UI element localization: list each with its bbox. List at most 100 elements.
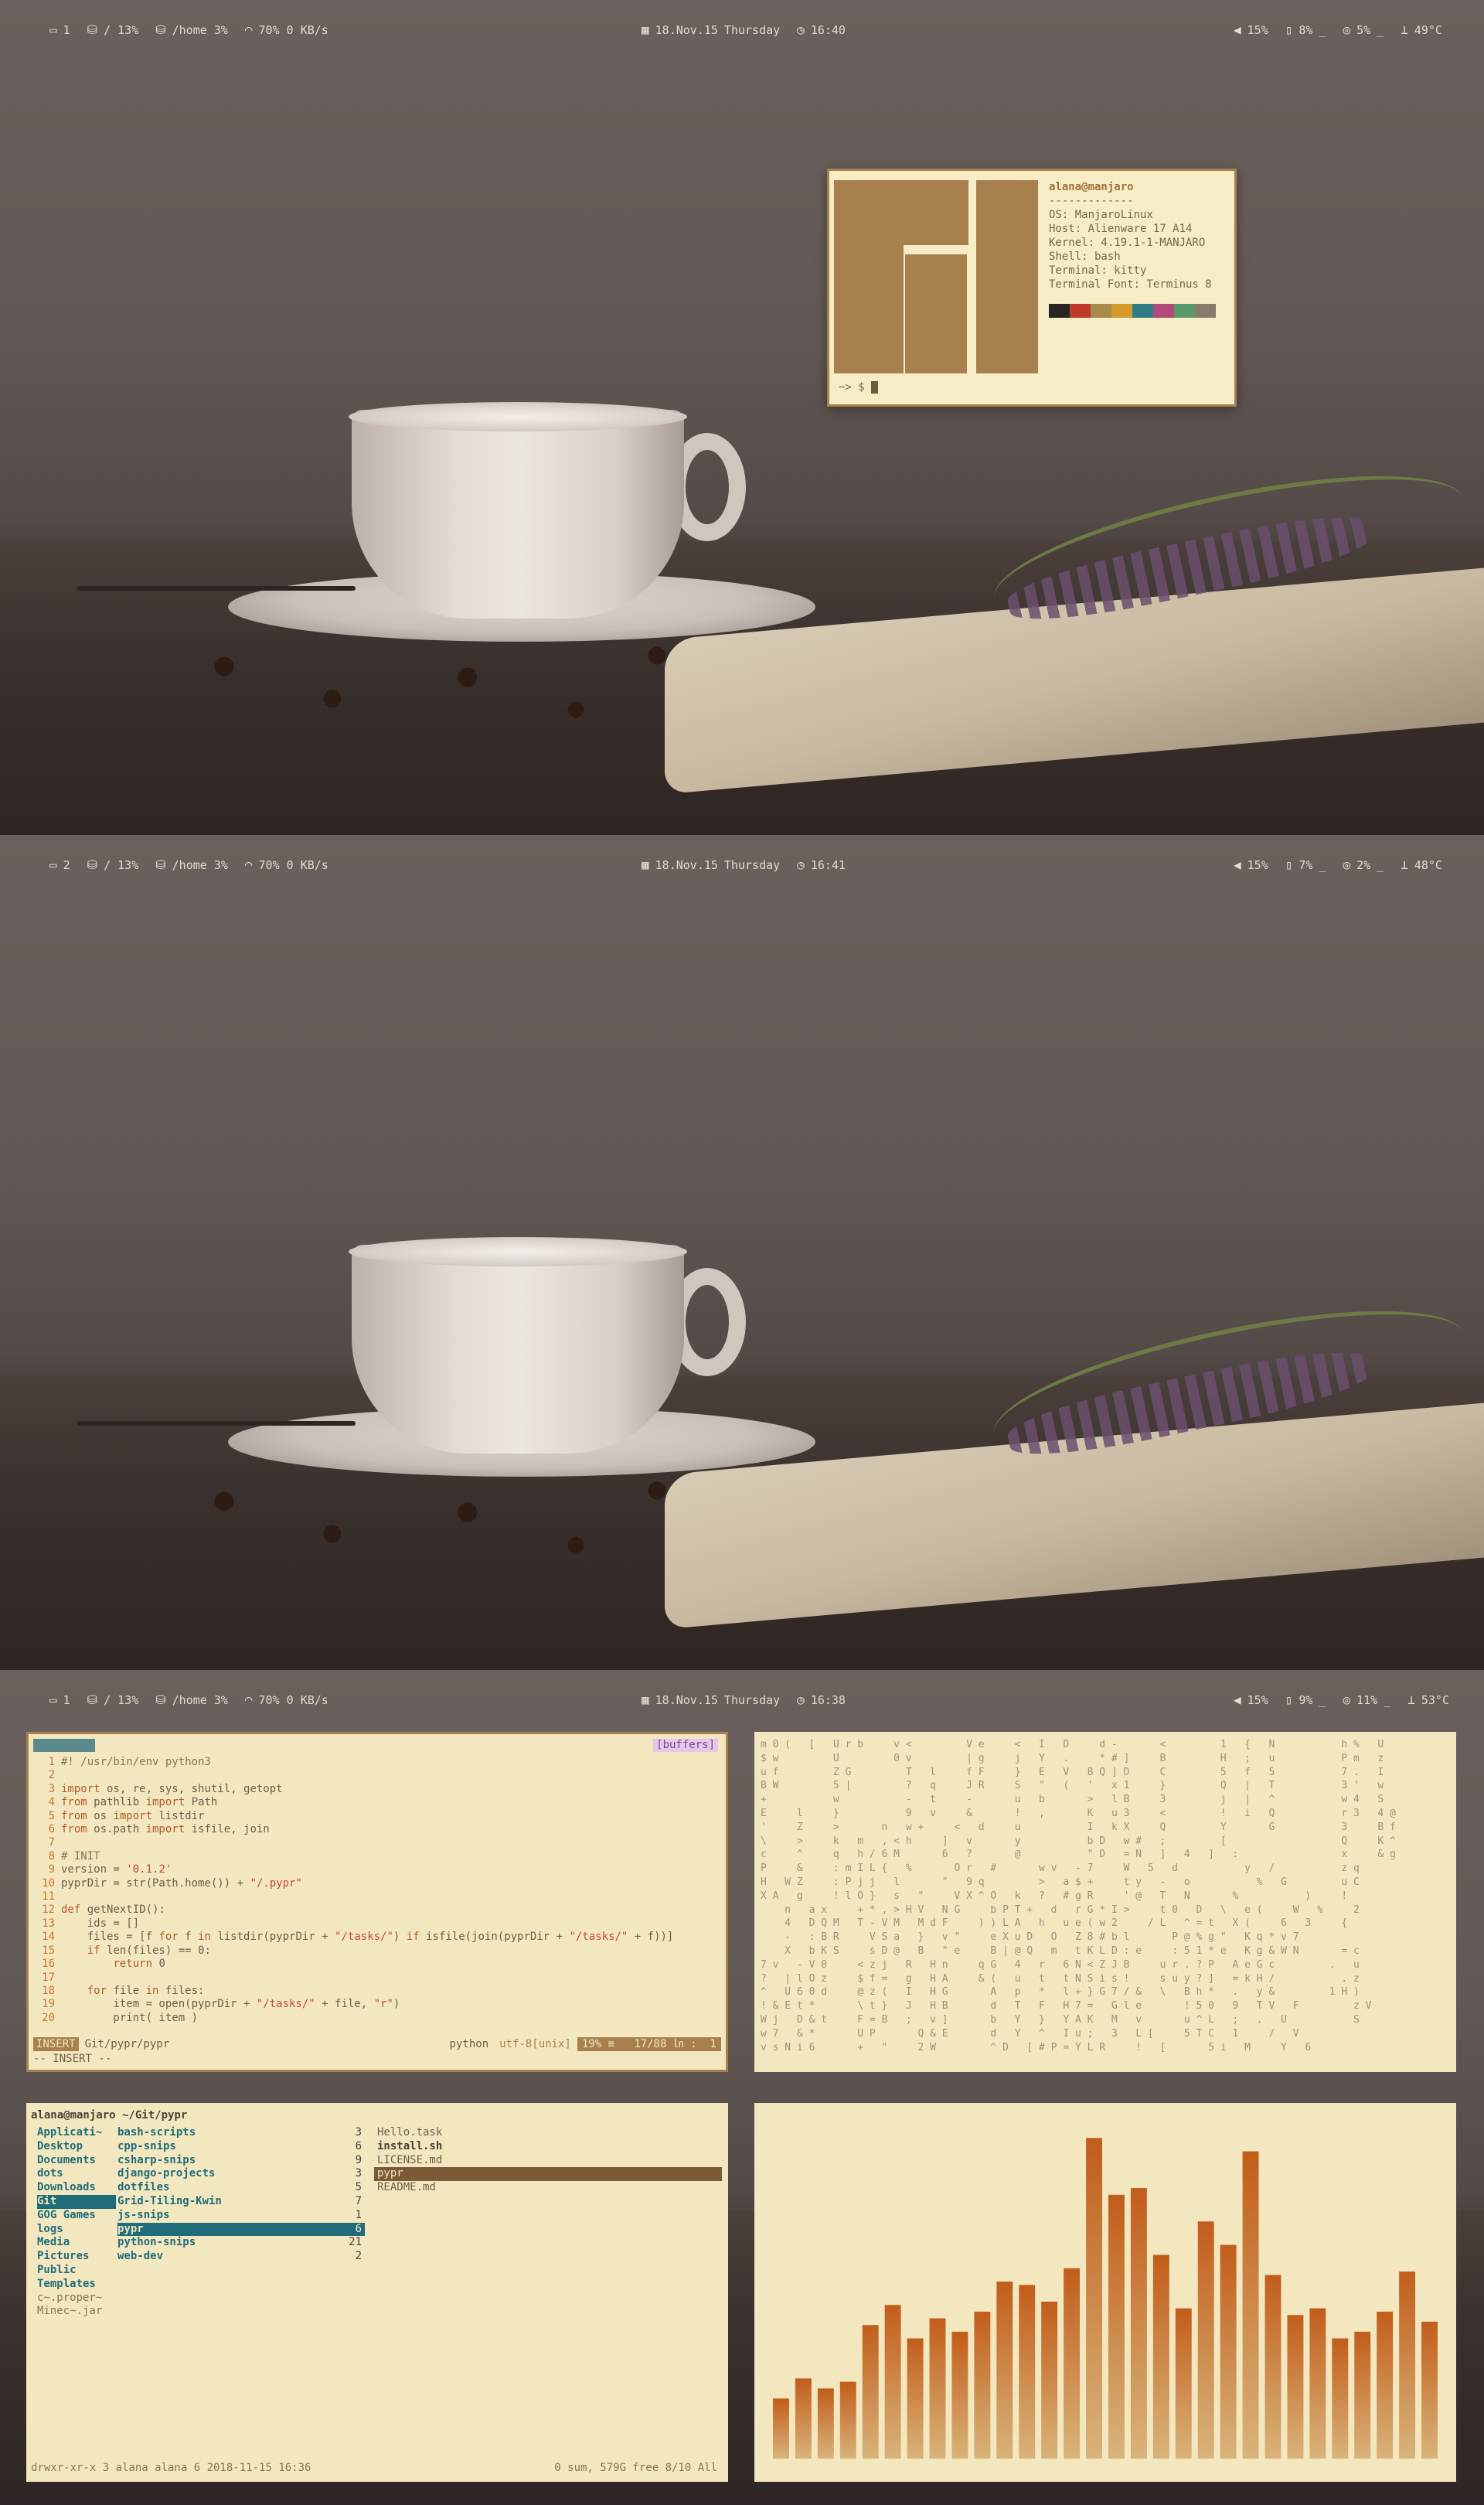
code-line: 17 <box>33 1972 673 1985</box>
vim-tab[interactable]: pypr <box>33 1739 95 1752</box>
visualizer-bar <box>817 2388 834 2459</box>
ranger-disk-info: 0 sum, 579G free 8/10 All <box>554 2462 717 2474</box>
code-line: 2 <box>33 1769 673 1782</box>
ranger-parent-item[interactable]: Desktop <box>37 2140 116 2154</box>
day-text: Thursday <box>723 23 781 37</box>
volume-status[interactable]: ◀ 15% <box>1234 23 1268 37</box>
ranger-preview-item[interactable]: README.md <box>374 2181 722 2195</box>
network-status: ◠ 70% 0 KB/s <box>245 23 328 37</box>
ranger-file-manager[interactable]: alana@manjaro ~/Git/pypr Applicati~ Deskt… <box>26 2103 728 2482</box>
code-line: 12 def getNextID(): <box>33 1903 673 1917</box>
matrix-line: B W 5 | ? q J R S " ( ' x 1 } Q | T 3 ' … <box>761 1780 1384 1792</box>
date-text: 18.Nov.15 <box>655 23 718 37</box>
palette-swatch <box>1111 304 1132 318</box>
vim-code-area[interactable]: 1 #! /usr/bin/env python3 2 3 import os, re,… <box>33 1756 673 2025</box>
ranger-parent-item[interactable]: Minec~.jar <box>37 2305 116 2319</box>
root-disk: ⛁ / 13% <box>87 23 139 37</box>
matrix-line: w 7 & * U P Q & E d Y ^ I u ; 3 L [ 5 T … <box>761 2027 1299 2040</box>
ranger-preview-item[interactable]: install.sh <box>374 2140 722 2154</box>
ranger-parent-item[interactable]: Documents <box>37 2154 116 2168</box>
ranger-parent-item[interactable]: Applicati~ <box>37 2126 116 2140</box>
hdd-icon: ⛁ <box>155 857 166 872</box>
matrix-line: \ > k m , < h ] v y b D w # ; [ Q K ^ <box>761 1835 1396 1847</box>
visualizer-bar <box>974 2311 991 2459</box>
volume-status[interactable]: ◀ 15% <box>1234 858 1268 872</box>
gauge-icon: ◎ <box>1343 22 1351 37</box>
neofetch-terminal[interactable]: alana@manjaro ------------- OS: ManjaroL… <box>827 169 1237 407</box>
ranger-dir-item[interactable]: csharp-snips 9 <box>117 2154 365 2168</box>
visualizer-chart <box>773 2138 1438 2459</box>
line-number: 11 <box>42 1890 55 1903</box>
wallpaper-cup <box>349 402 746 619</box>
line-number: 1 <box>48 1756 55 1768</box>
line-number: 12 <box>42 1903 55 1917</box>
ranger-parent-item[interactable]: Pictures <box>37 2250 116 2264</box>
ranger-preview-item[interactable]: Hello.task <box>374 2126 722 2140</box>
clock-icon: ◷ <box>797 1692 805 1707</box>
ranger-parent-item[interactable]: Media <box>37 2236 116 2250</box>
neofetch-info: alana@manjaro ------------- OS: ManjaroL… <box>1049 180 1212 291</box>
clock-display: ◷ 16:41 <box>797 858 846 872</box>
ranger-parent-item[interactable]: Git <box>37 2194 116 2209</box>
ranger-parent-item[interactable]: GOG Games <box>37 2209 116 2223</box>
ranger-dir-item[interactable]: python-snips 21 <box>117 2236 365 2250</box>
workspace-indicator[interactable]: ▭ 2 <box>49 858 70 872</box>
vim-editor[interactable]: pypr [buffers] 1 #! /usr/bin/env python3 2… <box>26 1732 728 2072</box>
ranger-dir-item[interactable]: pypr 6 <box>117 2222 365 2237</box>
matrix-line: c ^ q h / 6 M 6 ? @ " D = N ] 4 ] : x & … <box>761 1849 1396 1861</box>
ranger-dir-item[interactable]: django-projects 3 <box>117 2167 365 2181</box>
ranger-parent-item[interactable]: c~.proper~ <box>37 2292 116 2306</box>
chat-icon: ▭ <box>49 22 57 37</box>
visualizer-bar <box>1354 2331 1371 2459</box>
wallpaper-spoon <box>77 586 356 591</box>
ranger-dir-item[interactable]: js-snips 1 <box>117 2209 365 2223</box>
text-cursor <box>871 381 879 394</box>
code-line: 9 version = '0.1.2' <box>33 1863 673 1876</box>
home-usage: /home 3% <box>172 23 228 37</box>
ranger-dir-item[interactable]: cpp-snips 6 <box>117 2140 365 2154</box>
ranger-dir-item[interactable]: dotfiles 5 <box>117 2181 365 2195</box>
clock-display: ◷ 16:40 <box>797 23 846 37</box>
ranger-dir-item[interactable]: Grid-Tiling-Kwin 7 <box>117 2195 365 2209</box>
ranger-dir-item[interactable]: bash-scripts 3 <box>117 2126 365 2140</box>
matrix-line: - : B R V S a } v " e X u D O Z 8 # b l … <box>761 1931 1299 1944</box>
visualizer-bar <box>862 2325 879 2459</box>
ranger-parent-item[interactable]: dots <box>37 2167 116 2181</box>
desktop-screen-2: ▭ 2 ⛁/ 13% ⛁/home 3% ◠ 70% 0 KB/s ▦ 18.Nov.… <box>0 835 1484 1670</box>
time-text: 16:40 <box>810 23 846 37</box>
thermometer-icon: ⊥ <box>1401 857 1408 872</box>
ranger-preview-item[interactable]: pypr <box>374 2167 722 2182</box>
cpu-status: ◎ 2% _ <box>1343 857 1384 872</box>
terminal-prompt[interactable]: ~> $ <box>839 381 879 394</box>
chat-icon: ▭ <box>49 857 57 872</box>
matrix-line: P & : m I L { % O r # w v - 7 W 5 d y / … <box>761 1863 1360 1875</box>
ranger-parent-item[interactable]: Downloads <box>37 2181 116 2195</box>
volume-icon: ◀ <box>1234 857 1241 872</box>
matrix-line: v s N i 6 + " 2 W ^ D [ # P = Y L R ! [ … <box>761 2041 1312 2053</box>
wifi-icon: ◠ <box>244 1692 253 1707</box>
root-disk: ⛁ / 13% <box>87 1693 139 1707</box>
matrix-line: $ w U 0 v | g j Y . * # ] B H ; u P m z <box>761 1752 1384 1764</box>
matrix-terminal[interactable]: m 0 ( [ U r b v < V e < I D d - < 1 { N … <box>754 1732 1456 2072</box>
vim-filetype: python <box>449 2038 489 2050</box>
ranger-parent-item[interactable]: logs <box>37 2223 116 2237</box>
ranger-preview-column[interactable]: Hello.task install.sh LICENSE.md pypr README… <box>374 2126 722 2195</box>
gauge-icon: ◎ <box>1343 857 1351 872</box>
volume-status[interactable]: ◀ 15% <box>1234 1693 1268 1707</box>
ranger-dir-item[interactable]: web-dev 2 <box>117 2250 365 2264</box>
workspace-indicator[interactable]: ▭ 1 <box>49 1693 70 1707</box>
home-usage: /home 3% <box>172 858 228 872</box>
visualizer-bar <box>1064 2268 1081 2459</box>
wallpaper-cup <box>349 1237 746 1454</box>
ranger-parent-item[interactable]: Templates <box>37 2278 116 2292</box>
ranger-preview-item[interactable]: LICENSE.md <box>374 2154 722 2168</box>
home-disk: ⛁ /home 3% <box>155 23 228 37</box>
temp-text: 48°C <box>1414 858 1442 872</box>
cpu-status: ◎ 11% _ <box>1343 1692 1391 1707</box>
ranger-parent-column[interactable]: Applicati~ Desktop Documents dots Downloads G… <box>37 2126 116 2319</box>
matrix-line: ^ U 6 0 d @ z ( I H G A p * l + } G 7 / … <box>761 1986 1360 1999</box>
ranger-parent-item[interactable]: Public <box>37 2264 116 2278</box>
workspace-indicator[interactable]: ▭ 1 <box>49 23 70 37</box>
root-usage: / 13% <box>104 1693 139 1707</box>
wallpaper-beans <box>170 1469 711 1577</box>
